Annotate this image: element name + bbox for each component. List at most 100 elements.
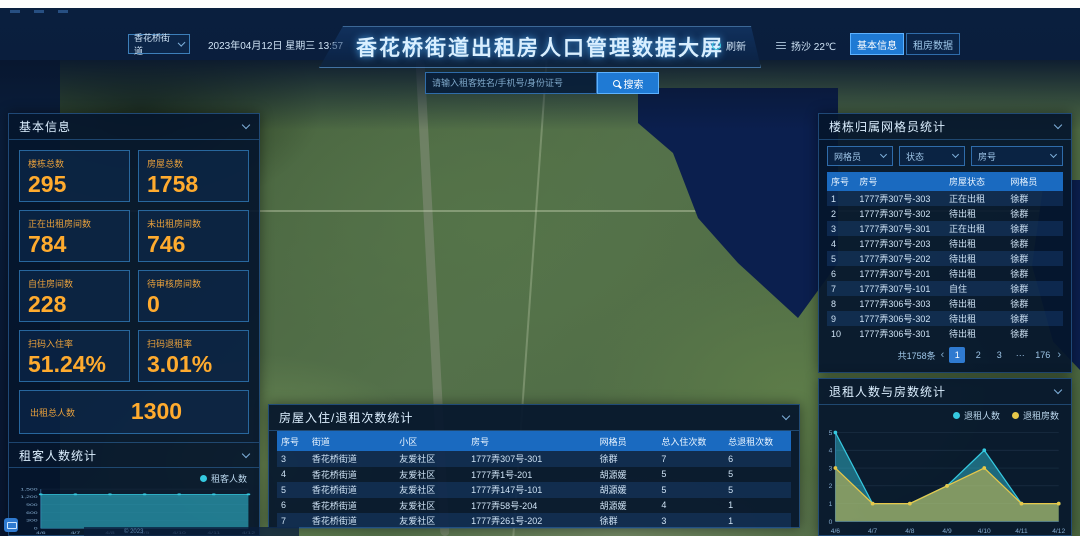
tab-1[interactable]: 租房数据 <box>906 33 960 55</box>
prev-page-button[interactable]: ‹ <box>941 349 945 361</box>
stat-label: 扫码入住率 <box>28 337 121 350</box>
table-cell: 徐群 <box>1006 297 1063 310</box>
refresh-button[interactable]: 刷新 <box>712 38 746 53</box>
refresh-label: 刷新 <box>726 38 746 53</box>
stat-value: 51.24% <box>28 352 121 377</box>
search-button[interactable]: 搜索 <box>597 72 659 94</box>
datetime-label: 2023年04月12日 星期三 13:57 <box>208 37 343 52</box>
dashboard-title-frame: 香花桥街道出租房人口管理数据大屏 <box>319 26 761 68</box>
table-cell: 徐群 <box>1006 222 1063 235</box>
table-cell: 香花桥街道 <box>308 499 395 512</box>
region-select[interactable]: 香花桥街道 <box>128 34 190 54</box>
table-row[interactable]: 4香花桥街道友爱社区1777弄1号-201胡源媛55 <box>277 467 791 483</box>
table-row[interactable]: 21777弄307号-302待出租徐群 <box>827 206 1063 221</box>
table-cell: 1777弄307号-302 <box>855 207 945 220</box>
filter-label: 网格员 <box>834 150 861 163</box>
table-cell: 友爱社区 <box>395 514 467 527</box>
stat-card: 扫码退租率 3.01% <box>138 330 249 382</box>
stat-value: 295 <box>28 172 121 197</box>
table-row[interactable]: 61777弄307号-201待出租徐群 <box>827 266 1063 281</box>
table-header-row: 序号街道小区房号网格员总入住次数总退租次数 <box>277 431 791 451</box>
table-cell: 3 <box>277 454 308 464</box>
svg-text:4/8: 4/8 <box>905 528 915 535</box>
table-cell: 徐群 <box>1006 312 1063 325</box>
table-cell: 1777弄58号-204 <box>467 499 596 512</box>
table-row[interactable]: 3香花桥街道友爱社区1777弄307号-301徐群76 <box>277 451 791 467</box>
table-row[interactable]: 31777弄307号-301正在出租徐群 <box>827 221 1063 236</box>
table-row[interactable]: 7香花桥街道友爱社区1777弄261号-202徐群31 <box>277 513 791 529</box>
total-tenants-value: 1300 <box>75 399 238 424</box>
page-button-3[interactable]: 3 <box>991 347 1007 363</box>
table-cell: 6 <box>827 269 855 279</box>
table-row[interactable]: 41777弄307号-203待出租徐群 <box>827 236 1063 251</box>
chevron-down-icon[interactable] <box>242 449 250 457</box>
stat-card: 扫码入住率 51.24% <box>19 330 130 382</box>
table-cell: 待出租 <box>945 252 1006 265</box>
table-cell: 徐群 <box>1006 237 1063 250</box>
table-cell: 胡源媛 <box>596 468 658 481</box>
legend-item: 退租房数 <box>1012 409 1059 422</box>
svg-text:4/7: 4/7 <box>868 528 878 535</box>
table-row[interactable]: 11777弄307号-303正在出租徐群 <box>827 191 1063 206</box>
pagination-total: 共1758条 <box>898 349 936 362</box>
chevron-down-icon <box>880 151 887 158</box>
table-cell: 1 <box>827 194 855 204</box>
page-button-176[interactable]: 176 <box>1033 347 1052 363</box>
page-button-2[interactable]: 2 <box>970 347 986 363</box>
svg-text:600: 600 <box>26 511 37 515</box>
table-row[interactable]: 81777弄306号-303待出租徐群 <box>827 296 1063 311</box>
filter-dropdown-2[interactable]: 状态 <box>899 146 965 166</box>
search-input[interactable] <box>425 72 597 94</box>
tab-0[interactable]: 基本信息 <box>850 33 904 55</box>
svg-text:900: 900 <box>26 504 37 508</box>
table-cell: 徐群 <box>1006 267 1063 280</box>
search-bar: 搜索 <box>425 72 659 94</box>
table-cell: 1777弄306号-302 <box>855 312 945 325</box>
grid-worker-table: 序号房号房屋状态网格员11777弄307号-303正在出租徐群21777弄307… <box>827 172 1063 341</box>
stat-value: 746 <box>147 232 240 257</box>
table-cell: 徐群 <box>1006 327 1063 340</box>
legend-label: 退租房数 <box>1023 409 1059 422</box>
stat-card: 待审核房间数0 <box>138 270 249 322</box>
table-row[interactable]: 101777弄306号-301待出租徐群 <box>827 326 1063 341</box>
svg-text:1,200: 1,200 <box>20 496 37 500</box>
chevron-down-icon[interactable] <box>782 412 790 420</box>
table-cell: 香花桥街道 <box>308 468 395 481</box>
column-header: 小区 <box>395 435 467 448</box>
weather-label: 扬沙 22℃ <box>791 38 836 53</box>
dust-weather-icon <box>776 40 786 51</box>
filter-dropdown-3[interactable]: 房号 <box>971 146 1063 166</box>
table-cell: 待出租 <box>945 207 1006 220</box>
stat-card: 自住房间数228 <box>19 270 130 322</box>
table-cell: 胡源媛 <box>596 483 658 496</box>
column-header: 总入住次数 <box>657 435 724 448</box>
stat-label: 扫码退租率 <box>147 337 240 350</box>
table-cell: 徐群 <box>1006 207 1063 220</box>
table-cell: 5 <box>277 485 308 495</box>
table-row[interactable]: 5香花桥街道友爱社区1777弄147号-101胡源媛55 <box>277 482 791 498</box>
table-row[interactable]: 51777弄307号-202待出租徐群 <box>827 251 1063 266</box>
chevron-down-icon[interactable] <box>1054 386 1062 394</box>
next-page-button[interactable]: › <box>1057 349 1061 361</box>
dashboard-root: 香花桥街道 2023年04月12日 星期三 13:57 香花桥街道出租房人口管理… <box>0 8 1080 536</box>
map-widget-icon[interactable] <box>4 518 18 532</box>
filter-label: 房号 <box>978 150 996 163</box>
page-button-1[interactable]: 1 <box>949 347 965 363</box>
table-cell: 友爱社区 <box>395 499 467 512</box>
table-cell: 待出租 <box>945 267 1006 280</box>
filter-label: 状态 <box>906 150 924 163</box>
refresh-icon <box>712 41 721 50</box>
table-row[interactable]: 6香花桥街道友爱社区1777弄58号-204胡源媛41 <box>277 498 791 514</box>
chevron-down-icon[interactable] <box>242 121 250 129</box>
table-row[interactable]: 91777弄306号-302待出租徐群 <box>827 311 1063 326</box>
table-row[interactable]: 71777弄307号-101自住徐群 <box>827 281 1063 296</box>
filter-dropdown-1[interactable]: 网格员 <box>827 146 893 166</box>
table-cell: 自住 <box>945 282 1006 295</box>
table-cell: 5 <box>657 485 724 495</box>
stat-value: 3.01% <box>147 352 240 377</box>
table-cell: 正在出租 <box>945 222 1006 235</box>
chevron-down-icon[interactable] <box>1054 121 1062 129</box>
column-header: 街道 <box>308 435 395 448</box>
svg-text:4/10: 4/10 <box>978 528 991 535</box>
table-cell: 5 <box>724 485 791 495</box>
